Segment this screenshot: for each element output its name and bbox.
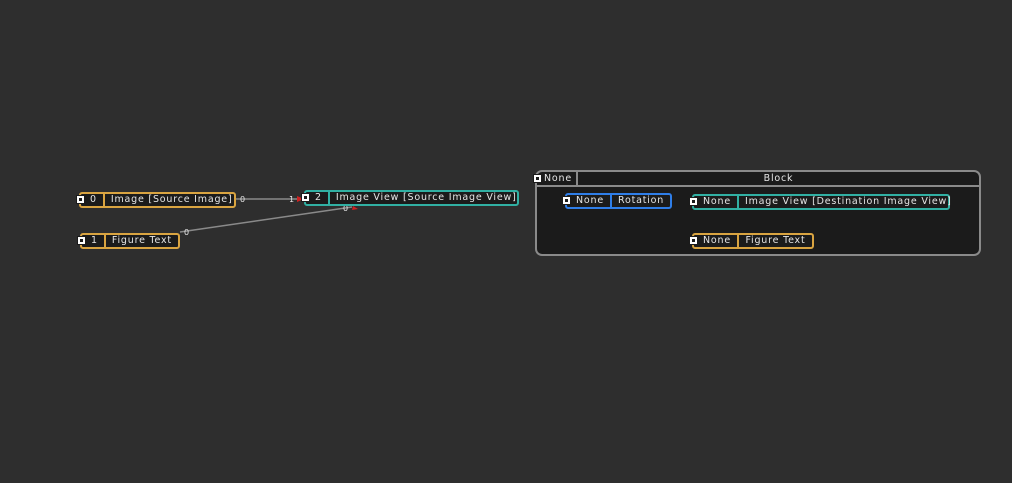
node-image-source[interactable]: 0 Image [Source Image] — [76, 192, 236, 208]
node-index: None — [694, 235, 739, 247]
input-pin-icon[interactable] — [562, 196, 571, 205]
input-pin-icon[interactable] — [689, 197, 698, 206]
input-pin-icon[interactable] — [689, 236, 698, 245]
node-label: Image [Source Image] — [110, 194, 233, 205]
node-label: Figure Text — [111, 235, 172, 246]
wire-figuretext-to-view — [179, 206, 353, 233]
block-index: None — [533, 172, 578, 185]
node-label: Image View [Source Image View] — [335, 192, 517, 203]
block-index-label: None — [544, 173, 572, 184]
wire-label: 0 — [343, 204, 349, 213]
node-index: None — [567, 195, 612, 207]
wire-arrow-image-view-bottom — [352, 206, 358, 210]
node-label: Image View [Destination Image View] — [744, 196, 952, 207]
node-rotation[interactable]: None Rotation — [562, 193, 672, 209]
block-header: None Block — [533, 172, 979, 187]
node-index: None — [694, 196, 739, 208]
node-image-view-source[interactable]: 2 Image View [Source Image View] — [301, 190, 519, 206]
node-figure-text-1[interactable]: 1 Figure Text — [77, 233, 180, 249]
wire-label: 0 — [240, 195, 246, 204]
wire-label: 1 — [289, 195, 295, 204]
input-pin-icon[interactable] — [533, 174, 542, 183]
node-figure-text-2[interactable]: None Figure Text — [689, 233, 814, 249]
input-pin-icon[interactable] — [77, 236, 86, 245]
node-graph-canvas[interactable]: 0 1 0 0 0 0 0 Image [Source Image] 1 Fig… — [0, 0, 1012, 483]
input-pin-icon[interactable] — [76, 195, 85, 204]
node-image-view-destination[interactable]: None Image View [Destination Image View] — [689, 194, 951, 210]
wire-label: 0 — [184, 228, 190, 237]
node-label: Figure Text — [745, 235, 806, 246]
node-label: Rotation — [617, 195, 665, 206]
block-title: Block — [763, 173, 794, 184]
input-pin-icon[interactable] — [301, 193, 310, 202]
